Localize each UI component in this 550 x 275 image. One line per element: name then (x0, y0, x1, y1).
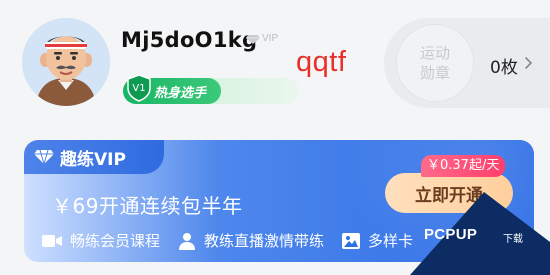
medal-count: 0枚 (490, 58, 518, 78)
video-icon (42, 234, 62, 247)
perk-label: 教练直播激情带练 (204, 232, 325, 250)
image-icon (342, 232, 361, 249)
corner-logo-text: PCPUP (424, 226, 478, 243)
corner-logo-sub: 下载 (503, 234, 523, 245)
vip-header-tab: 趣练VIP (24, 140, 164, 174)
vip-tag-label: VIP (262, 33, 279, 44)
vip-price-text: ￥69开通连续包半年 (52, 194, 243, 218)
medal-circle: 运动勋章 (396, 24, 474, 102)
perk-label: 畅练会员课程 (70, 232, 161, 250)
level-label: 热身选手 (154, 85, 207, 101)
avatar[interactable] (22, 18, 110, 106)
daily-price-badge: ￥0.37起/天 (421, 155, 506, 177)
level-badge[interactable]: V1 热身选手 (123, 74, 299, 104)
medal-card[interactable]: 运动勋章 0枚 (384, 18, 550, 108)
diamond-icon (246, 34, 260, 44)
level-shield-icon: V1 (127, 74, 151, 102)
vip-diamond-icon (34, 149, 54, 165)
avatar-illustration (22, 18, 110, 106)
medal-label: 运动勋章 (419, 44, 450, 82)
vip-status-tag[interactable]: VIP (246, 33, 278, 44)
overlay-text: qqtf (296, 46, 347, 78)
perk-item: 畅练会员课程 (42, 230, 160, 251)
vip-perks: 畅练会员课程 教练直播激情带练 多样卡 (42, 230, 431, 251)
coach-icon (179, 232, 196, 250)
vip-title: 趣练VIP (60, 149, 126, 170)
chevron-right-icon (524, 56, 533, 70)
username: Mj5doO1kg (121, 28, 258, 52)
perk-item: 教练直播激情带练 (178, 230, 324, 251)
svg-text:V1: V1 (132, 83, 145, 94)
